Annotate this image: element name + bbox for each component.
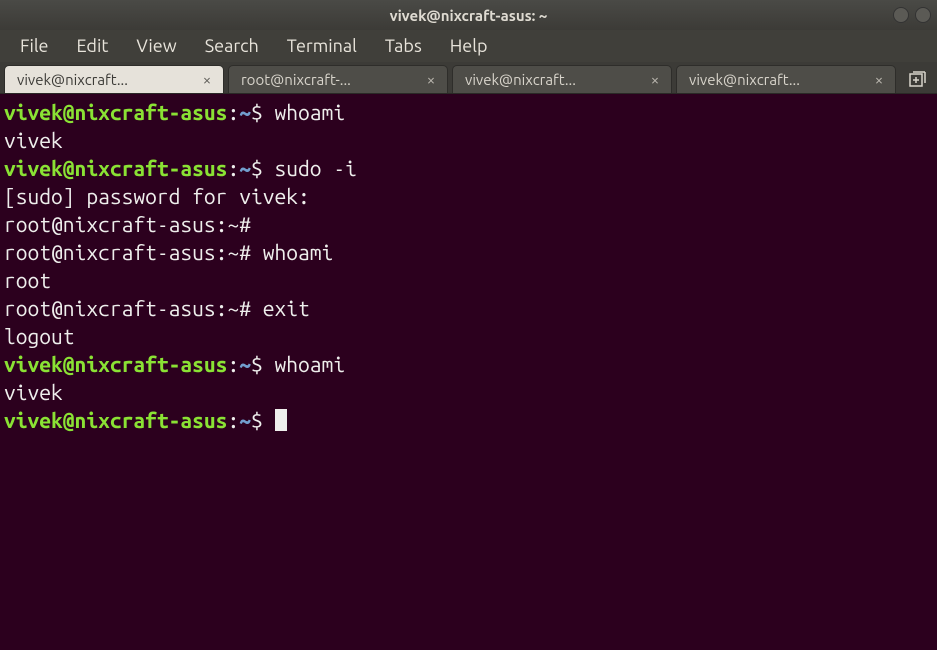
tab-label: vivek@nixcraft... bbox=[465, 71, 647, 88]
tab-label: vivek@nixcraft... bbox=[689, 71, 871, 88]
new-tab-button[interactable] bbox=[905, 67, 931, 93]
terminal-line: vivek bbox=[4, 378, 933, 406]
menu-tabs[interactable]: Tabs bbox=[371, 32, 436, 60]
close-icon[interactable]: × bbox=[871, 71, 887, 88]
close-icon[interactable]: × bbox=[423, 71, 439, 88]
tab-label: vivek@nixcraft... bbox=[17, 71, 199, 88]
menu-search[interactable]: Search bbox=[191, 32, 273, 60]
menu-file[interactable]: File bbox=[6, 32, 63, 60]
terminal-line: root@nixcraft-asus:~# bbox=[4, 210, 933, 238]
close-icon[interactable]: × bbox=[199, 71, 215, 88]
close-icon[interactable]: × bbox=[647, 71, 663, 88]
terminal-tab-1[interactable]: vivek@nixcraft... × bbox=[4, 65, 224, 93]
cursor-block bbox=[275, 409, 287, 431]
maximize-icon[interactable] bbox=[915, 7, 931, 23]
new-tab-icon bbox=[909, 71, 927, 89]
tab-label: root@nixcraft-... bbox=[241, 71, 423, 88]
menu-terminal[interactable]: Terminal bbox=[273, 32, 371, 60]
terminal-line: vivek@nixcraft-asus:~$ bbox=[4, 406, 933, 434]
terminal-tab-2[interactable]: root@nixcraft-... × bbox=[228, 65, 448, 93]
window-title: vivek@nixcraft-asus: ~ bbox=[390, 7, 548, 24]
minimize-icon[interactable] bbox=[893, 7, 909, 23]
terminal-line: [sudo] password for vivek: bbox=[4, 182, 933, 210]
window-titlebar: vivek@nixcraft-asus: ~ bbox=[0, 0, 937, 30]
tab-bar: vivek@nixcraft... × root@nixcraft-... × … bbox=[0, 62, 937, 94]
menu-help[interactable]: Help bbox=[436, 32, 502, 60]
terminal-line: vivek bbox=[4, 126, 933, 154]
terminal-line: vivek@nixcraft-asus:~$ whoami bbox=[4, 350, 933, 378]
terminal-tab-4[interactable]: vivek@nixcraft... × bbox=[676, 65, 896, 93]
menu-view[interactable]: View bbox=[122, 32, 190, 60]
terminal-output-area[interactable]: vivek@nixcraft-asus:~$ whoamivivekvivek@… bbox=[0, 94, 937, 438]
terminal-line: vivek@nixcraft-asus:~$ sudo -i bbox=[4, 154, 933, 182]
terminal-line: root@nixcraft-asus:~# exit bbox=[4, 294, 933, 322]
terminal-line: vivek@nixcraft-asus:~$ whoami bbox=[4, 98, 933, 126]
terminal-tab-3[interactable]: vivek@nixcraft... × bbox=[452, 65, 672, 93]
window-controls bbox=[893, 7, 931, 23]
menu-bar: File Edit View Search Terminal Tabs Help bbox=[0, 30, 937, 62]
menu-edit[interactable]: Edit bbox=[63, 32, 123, 60]
terminal-line: root bbox=[4, 266, 933, 294]
terminal-line: root@nixcraft-asus:~# whoami bbox=[4, 238, 933, 266]
terminal-line: logout bbox=[4, 322, 933, 350]
